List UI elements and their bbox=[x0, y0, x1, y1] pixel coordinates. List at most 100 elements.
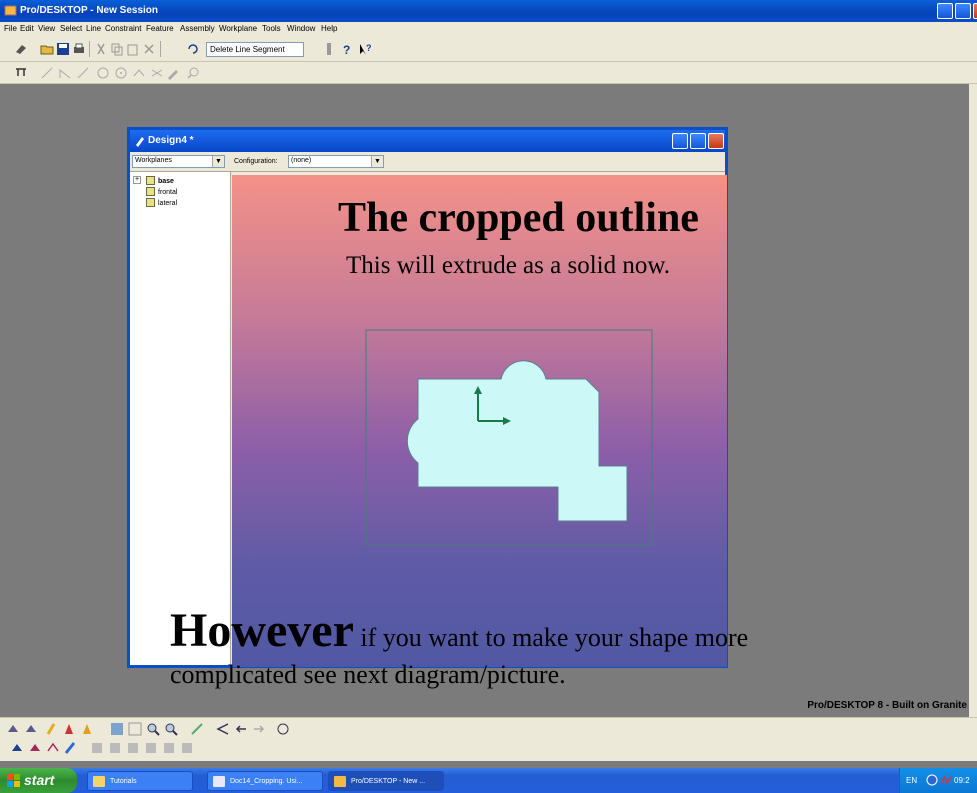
product-brand-label: Pro/DESKTOP 8 - Built on Granite bbox=[807, 700, 967, 711]
design-window-titlebar[interactable]: Design4 * bbox=[130, 130, 725, 152]
configuration-label: Configuration: bbox=[234, 158, 278, 165]
copy-icon[interactable] bbox=[110, 42, 124, 56]
close-button[interactable] bbox=[973, 3, 977, 19]
slide-note-text: if you want to make your shape more bbox=[360, 623, 749, 652]
design-close-button[interactable] bbox=[708, 133, 724, 149]
new-design-icon[interactable] bbox=[14, 42, 28, 56]
wireframe-view-icon[interactable] bbox=[46, 741, 60, 755]
extrude-icon[interactable] bbox=[6, 722, 20, 736]
open-folder-icon[interactable] bbox=[40, 42, 54, 56]
view-iso-icon[interactable] bbox=[144, 741, 158, 755]
blend-icon[interactable] bbox=[80, 722, 94, 736]
chevron-down-icon[interactable]: ▼ bbox=[212, 156, 224, 167]
delete-icon[interactable] bbox=[142, 42, 156, 56]
menu-window[interactable]: Window bbox=[287, 24, 315, 33]
last-command-field: Delete Line Segment bbox=[206, 42, 304, 57]
sketch-canvas[interactable] bbox=[232, 175, 727, 667]
menu-view[interactable]: View bbox=[38, 24, 55, 33]
view-back-icon[interactable] bbox=[162, 741, 176, 755]
slide-note: However if you want to make your shape m… bbox=[170, 603, 748, 658]
taskbar-item-document[interactable]: Doc14_Cropping. Usi... bbox=[207, 771, 323, 791]
save-icon[interactable] bbox=[56, 42, 70, 56]
configuration-select[interactable]: (none) ▼ bbox=[288, 155, 384, 168]
tree-item-frontal[interactable]: frontal bbox=[146, 187, 177, 197]
design-minimize-button[interactable] bbox=[672, 133, 688, 149]
forward-arrow-icon[interactable] bbox=[252, 722, 266, 736]
taskbar-item-pro-desktop[interactable]: Pro/DESKTOP - New ... bbox=[328, 771, 444, 791]
zoom-tool-icon[interactable] bbox=[186, 66, 200, 80]
pro-desktop-icon bbox=[334, 776, 346, 787]
paste-icon[interactable] bbox=[126, 42, 140, 56]
restore-button[interactable] bbox=[955, 3, 971, 19]
minimize-button[interactable] bbox=[937, 3, 953, 19]
view-bottom-icon[interactable] bbox=[180, 741, 194, 755]
menu-feature[interactable]: Feature bbox=[146, 24, 174, 33]
hidden-line-view-icon[interactable] bbox=[28, 741, 42, 755]
help-icon[interactable]: ? bbox=[340, 42, 354, 56]
configuration-select-value: (none) bbox=[291, 157, 312, 164]
expand-icon[interactable]: + bbox=[133, 176, 141, 184]
previous-view-icon[interactable] bbox=[216, 722, 230, 736]
windows-logo-icon bbox=[7, 774, 20, 787]
reset-view-icon[interactable] bbox=[276, 722, 290, 736]
tree-item-base[interactable]: base bbox=[146, 176, 174, 186]
app-titlebar: Pro/DESKTOP - New Session bbox=[0, 0, 977, 22]
menu-help[interactable]: Help bbox=[321, 24, 337, 33]
design-viewport[interactable] bbox=[232, 175, 727, 667]
cut-icon[interactable] bbox=[94, 42, 108, 56]
menu-constraint[interactable]: Constraint bbox=[105, 24, 141, 33]
view-right-icon[interactable] bbox=[126, 741, 140, 755]
loft-icon[interactable] bbox=[62, 722, 76, 736]
print-icon[interactable] bbox=[72, 42, 86, 56]
menu-tools[interactable]: Tools bbox=[262, 24, 281, 33]
slide-subline: This will extrude as a solid now. bbox=[346, 252, 671, 279]
menu-select[interactable]: Select bbox=[60, 24, 82, 33]
line-tool-icon[interactable] bbox=[40, 66, 54, 80]
sweep-icon[interactable] bbox=[44, 722, 58, 736]
fillet-tool-icon[interactable] bbox=[150, 66, 164, 80]
cropped-outline-profile[interactable] bbox=[406, 360, 628, 522]
arc-tool-icon[interactable] bbox=[76, 66, 90, 80]
network-icon[interactable] bbox=[926, 774, 938, 786]
ellipse-tool-icon[interactable] bbox=[132, 66, 146, 80]
design-window-title: Design4 * bbox=[148, 135, 194, 146]
circle-tool-icon[interactable] bbox=[114, 66, 128, 80]
rotate-view-icon[interactable] bbox=[190, 722, 204, 736]
slide-note-emphasis: However bbox=[170, 604, 354, 657]
context-help-icon[interactable] bbox=[322, 42, 336, 56]
undo-icon[interactable] bbox=[186, 42, 200, 56]
view-top-icon[interactable] bbox=[108, 741, 122, 755]
start-label: start bbox=[24, 772, 55, 788]
menu-line[interactable]: Line bbox=[86, 24, 101, 33]
design-maximize-button[interactable] bbox=[690, 133, 706, 149]
menu-assembly[interactable]: Assembly bbox=[180, 24, 215, 33]
menu-workplane[interactable]: Workplane bbox=[219, 24, 257, 33]
pencil-tool-icon[interactable] bbox=[166, 66, 180, 80]
sketch-toolbar bbox=[0, 62, 977, 84]
constraint-tool-icon[interactable] bbox=[58, 66, 72, 80]
menu-file[interactable]: File bbox=[4, 24, 17, 33]
toolbar-separator bbox=[89, 41, 90, 57]
language-indicator[interactable]: EN bbox=[906, 776, 917, 785]
tree-item-lateral[interactable]: lateral bbox=[146, 198, 177, 208]
view-front-icon[interactable] bbox=[90, 741, 104, 755]
zoom-window-icon[interactable] bbox=[128, 722, 142, 736]
taskbar-item-tutorials[interactable]: Tutorials bbox=[87, 771, 193, 791]
back-arrow-icon[interactable] bbox=[234, 722, 248, 736]
revolve-icon[interactable] bbox=[24, 722, 38, 736]
shaded-view-icon[interactable] bbox=[10, 741, 24, 755]
material-view-icon[interactable] bbox=[64, 741, 78, 755]
whats-this-icon[interactable]: ? bbox=[358, 42, 372, 56]
system-tray: EN 09:2 bbox=[899, 768, 977, 793]
windows-taskbar: start Tutorials Doc14_Cropping. Usi... P… bbox=[0, 768, 977, 793]
volume-icon[interactable] bbox=[940, 774, 952, 786]
fit-view-icon[interactable] bbox=[110, 722, 124, 736]
dimension-tool-icon[interactable] bbox=[96, 66, 110, 80]
zoom-out-icon[interactable] bbox=[164, 722, 178, 736]
browser-select[interactable]: Workplanes ▼ bbox=[132, 155, 225, 168]
zoom-in-icon[interactable] bbox=[146, 722, 160, 736]
select-tool-icon[interactable] bbox=[14, 66, 28, 80]
view-toolbar bbox=[0, 717, 977, 761]
menu-edit[interactable]: Edit bbox=[20, 24, 34, 33]
chevron-down-icon[interactable]: ▼ bbox=[371, 156, 383, 167]
